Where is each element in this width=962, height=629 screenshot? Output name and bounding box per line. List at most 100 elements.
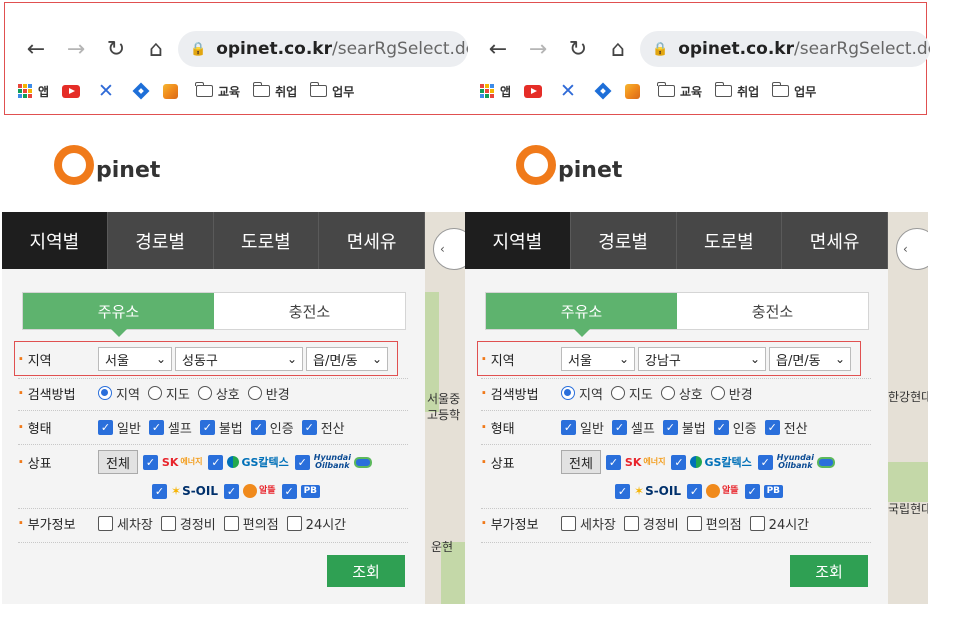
map-compass-icon[interactable]: ‹ bbox=[896, 228, 928, 270]
reload-icon[interactable]: ↻ bbox=[558, 34, 598, 64]
forward-arrow-icon[interactable]: → bbox=[56, 34, 96, 64]
check-normal[interactable]: ✓ 일반 bbox=[98, 418, 141, 437]
reload-icon[interactable]: ↻ bbox=[96, 34, 136, 64]
tab-duty-free[interactable]: 면세유 bbox=[782, 212, 888, 269]
tab-duty-free[interactable]: 면세유 bbox=[319, 212, 425, 269]
brand-label: 상표 bbox=[18, 453, 98, 472]
address-bar[interactable]: 🔒 opinet.co.kr/searRgSelect.do bbox=[640, 31, 930, 67]
checkbox-checked-icon: ✓ bbox=[142, 454, 158, 470]
brand-soil[interactable]: ✓ ✶ S-OIL bbox=[152, 483, 218, 499]
check-carwash[interactable]: 세차장 bbox=[98, 514, 153, 533]
option-label: 지역 bbox=[579, 387, 603, 403]
brand-all-button[interactable]: 전체 bbox=[98, 450, 138, 474]
bookmark-diamond[interactable] bbox=[594, 82, 612, 100]
city-select[interactable]: 서울 ⌄ bbox=[561, 347, 635, 371]
check-24h[interactable]: 24시간 bbox=[749, 514, 809, 533]
town-value: 읍/면/동 bbox=[313, 353, 358, 369]
check-illegal[interactable]: ✓ 불법 bbox=[662, 418, 706, 437]
check-convenience[interactable]: 편의점 bbox=[223, 514, 279, 533]
brand-hyundai[interactable]: ✓ Hyundai Oilbank bbox=[294, 454, 372, 470]
brand-gs[interactable]: ✓ GS칼텍스 bbox=[671, 454, 752, 470]
bookmark-folder-jobs[interactable]: 취업 bbox=[252, 82, 297, 100]
tab-region[interactable]: 지역별 bbox=[465, 212, 571, 269]
brand-pb[interactable]: ✓ PB bbox=[744, 483, 784, 499]
brand-sk[interactable]: ✓ SK 에너지 bbox=[142, 454, 202, 470]
tab-route[interactable]: 경로별 bbox=[571, 212, 677, 269]
check-maintenance[interactable]: 경정비 bbox=[623, 514, 679, 533]
city-select[interactable]: 서울 ⌄ bbox=[98, 347, 172, 371]
check-carwash[interactable]: 세차장 bbox=[561, 514, 616, 533]
town-select[interactable]: 읍/면/동 ⌄ bbox=[769, 347, 851, 371]
check-computerized[interactable]: ✓ 전산 bbox=[301, 418, 345, 437]
bookmark-x[interactable]: ✕ bbox=[560, 81, 581, 101]
radio-name[interactable]: 상호 bbox=[197, 384, 240, 403]
opinet-logo[interactable]: pinet bbox=[516, 145, 622, 185]
bookmark-diamond[interactable] bbox=[132, 82, 150, 100]
check-convenience[interactable]: 편의점 bbox=[686, 514, 742, 533]
brand-alddeul[interactable]: ✓ 알뜰 bbox=[687, 483, 739, 499]
tab-road[interactable]: 도로별 bbox=[214, 212, 320, 269]
lock-icon: 🔒 bbox=[652, 41, 669, 57]
radio-region[interactable]: 지역 bbox=[98, 384, 140, 403]
tab-gas-station[interactable]: 주유소 bbox=[23, 293, 214, 337]
bookmark-x[interactable]: ✕ bbox=[98, 81, 119, 101]
bookmark-cube[interactable] bbox=[624, 83, 645, 99]
radio-name[interactable]: 상호 bbox=[660, 384, 703, 403]
option-label: 상호 bbox=[678, 387, 703, 403]
brand-gs[interactable]: ✓ GS칼텍스 bbox=[208, 454, 289, 470]
search-button[interactable]: 조회 bbox=[327, 555, 405, 587]
brand-sk[interactable]: ✓ SK 에너지 bbox=[605, 454, 665, 470]
tab-route[interactable]: 경로별 bbox=[108, 212, 214, 269]
address-bar[interactable]: 🔒 opinet.co.kr/searRgSelect.do bbox=[178, 31, 468, 67]
opinet-logo[interactable]: pinet bbox=[54, 145, 160, 185]
check-certified[interactable]: ✓ 인증 bbox=[250, 418, 294, 437]
brand-hyundai[interactable]: ✓ Hyundai Oilbank bbox=[757, 454, 835, 470]
tab-charging-station[interactable]: 충전소 bbox=[214, 293, 405, 329]
brand-all-button[interactable]: 전체 bbox=[561, 450, 601, 474]
bookmark-folder-education[interactable]: 교육 bbox=[657, 82, 702, 100]
tab-charging-station[interactable]: 충전소 bbox=[677, 293, 868, 329]
tab-region[interactable]: 지역별 bbox=[2, 212, 108, 269]
check-self[interactable]: ✓ 셀프 bbox=[148, 418, 192, 437]
home-icon[interactable]: ⌂ bbox=[598, 34, 638, 64]
bookmark-folder-jobs[interactable]: 취업 bbox=[714, 82, 759, 100]
bookmark-youtube[interactable] bbox=[524, 84, 547, 98]
map-area-right[interactable]: ‹ 한강현대 국립현대 bbox=[888, 212, 928, 604]
map-compass-icon[interactable]: ‹ bbox=[433, 228, 465, 270]
tab-road[interactable]: 도로별 bbox=[677, 212, 783, 269]
back-arrow-icon[interactable]: ← bbox=[16, 34, 56, 64]
check-illegal[interactable]: ✓ 불법 bbox=[199, 418, 243, 437]
check-certified[interactable]: ✓ 인증 bbox=[713, 418, 757, 437]
search-button[interactable]: 조회 bbox=[790, 555, 868, 587]
bookmark-folder-education[interactable]: 교육 bbox=[195, 82, 240, 100]
option-label: 지도 bbox=[628, 387, 653, 403]
bookmark-folder-work[interactable]: 업무 bbox=[771, 82, 816, 100]
radio-map[interactable]: 지도 bbox=[147, 384, 190, 403]
check-self[interactable]: ✓ 셀프 bbox=[611, 418, 655, 437]
check-maintenance[interactable]: 경정비 bbox=[160, 514, 216, 533]
back-arrow-icon[interactable]: ← bbox=[478, 34, 518, 64]
bookmark-cube[interactable] bbox=[162, 83, 183, 99]
brand-pb[interactable]: ✓ PB bbox=[281, 483, 321, 499]
radio-region[interactable]: 지역 bbox=[561, 384, 603, 403]
bookmark-youtube[interactable] bbox=[62, 84, 85, 98]
check-computerized[interactable]: ✓ 전산 bbox=[764, 418, 808, 437]
tab-gas-station[interactable]: 주유소 bbox=[486, 293, 677, 337]
check-24h[interactable]: 24시간 bbox=[286, 514, 346, 533]
radio-map[interactable]: 지도 bbox=[610, 384, 653, 403]
home-icon[interactable]: ⌂ bbox=[136, 34, 176, 64]
bookmark-apps[interactable]: 앱 bbox=[18, 83, 49, 100]
brand-alddeul[interactable]: ✓ 알뜰 bbox=[224, 483, 276, 499]
brand-soil[interactable]: ✓ ✶ S-OIL bbox=[615, 483, 681, 499]
forward-arrow-icon[interactable]: → bbox=[518, 34, 558, 64]
map-area-left[interactable]: ‹ 서울중 고등학 운현 bbox=[425, 212, 465, 604]
radio-radius[interactable]: 반경 bbox=[710, 384, 753, 403]
check-normal[interactable]: ✓ 일반 bbox=[561, 418, 604, 437]
district-select[interactable]: 강남구 ⌄ bbox=[638, 347, 766, 371]
town-select[interactable]: 읍/면/동 ⌄ bbox=[306, 347, 388, 371]
radio-radius[interactable]: 반경 bbox=[247, 384, 290, 403]
bookmark-folder-work[interactable]: 업무 bbox=[309, 82, 354, 100]
folder-icon bbox=[252, 82, 271, 97]
bookmark-apps[interactable]: 앱 bbox=[480, 83, 511, 100]
district-select[interactable]: 성동구 ⌄ bbox=[175, 347, 303, 371]
